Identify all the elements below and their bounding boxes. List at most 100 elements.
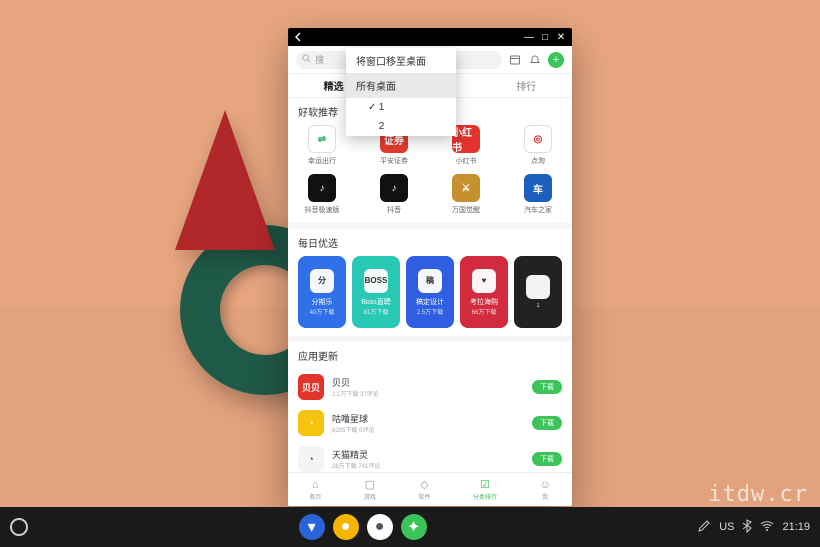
update-name: 贝贝	[332, 376, 524, 389]
clock[interactable]: 21:19	[782, 521, 810, 533]
app-label: 万国觉醒	[452, 205, 480, 215]
update-name: 咕噜星球	[332, 412, 524, 425]
watermark-text: itdw.cr	[708, 482, 808, 507]
nav-icon: ⌂	[312, 479, 319, 491]
nav-icon: ☑	[480, 478, 490, 491]
app-cell[interactable]: ♪ 抖音	[370, 174, 418, 215]
shelf-apps: ▾ ● ● ✦	[299, 514, 427, 540]
app-cell[interactable]: ⇌ 幸运出行	[298, 125, 346, 166]
app-label: 幸运出行	[308, 156, 336, 166]
download-button[interactable]: 下载	[532, 380, 562, 394]
app-grid-row2: ♪ 抖音极速版 ♪ 抖音 ⚔ 万国觉醒 车 汽车之家	[298, 174, 562, 215]
nav-icon: ▢	[365, 478, 375, 491]
section-title: 每日优选	[298, 235, 562, 250]
ctx-desktop-2[interactable]: 2	[346, 117, 456, 136]
featured-card[interactable]: ♥ 考拉海购 66万下载	[460, 256, 508, 328]
ctx-desktop-1[interactable]: ✓ 1	[346, 98, 456, 117]
search-icon	[302, 54, 311, 65]
card-row[interactable]: 分 分期乐 40万下载 BOSS Boss直聘 81万下载 稿 稿定设计 2.5…	[298, 256, 562, 328]
nav-icon: ☺	[539, 479, 550, 491]
nav-label: 分类排行	[473, 492, 497, 501]
tab-featured[interactable]: 精选	[324, 78, 344, 93]
featured-card[interactable]: BOSS Boss直聘 81万下载	[352, 256, 400, 328]
bottom-nav: ⌂ 首页 ▢ 游戏 ◇ 软件 ☑ 分类排行 ☺ 我	[288, 472, 572, 506]
add-button[interactable]: +	[548, 52, 564, 68]
card-icon: BOSS	[364, 269, 388, 293]
ime-indicator[interactable]: US	[719, 521, 734, 533]
app-icon: ⇌	[308, 125, 336, 153]
update-item[interactable]: ◔ 咕噜星球 6285下载 0评论 下载	[298, 405, 562, 441]
maximize-button[interactable]: □	[538, 30, 552, 44]
update-sub: 2.1万下载 37评论	[332, 389, 524, 398]
wifi-icon[interactable]	[760, 520, 774, 535]
app-label: 平安证券	[380, 156, 408, 166]
pen-icon[interactable]	[697, 519, 711, 536]
chromeos-shelf: ▾ ● ● ✦ US 21:19	[0, 507, 820, 547]
minimize-button[interactable]: —	[522, 30, 536, 44]
featured-card[interactable]: 1	[514, 256, 562, 328]
shelf-app[interactable]: ●	[367, 514, 393, 540]
updates-list: 贝贝 贝贝 2.1万下载 37评论 下载 ◔ 咕噜星球 6285下载 0评论 下…	[298, 369, 562, 472]
close-button[interactable]: ✕	[554, 30, 568, 44]
app-cell[interactable]: 车 汽车之家	[514, 174, 562, 215]
nav-label: 我	[542, 492, 548, 501]
app-label: 抖音极速版	[305, 205, 340, 215]
search-placeholder: 搜	[315, 53, 324, 66]
featured-card[interactable]: 分 分期乐 40万下载	[298, 256, 346, 328]
shelf-app[interactable]: ▾	[299, 514, 325, 540]
app-icon: 小红书	[452, 125, 480, 153]
titlebar[interactable]: — □ ✕	[288, 28, 572, 46]
shelf-app[interactable]: ✦	[401, 514, 427, 540]
update-icon: ◔	[298, 446, 324, 472]
bottom-nav-item[interactable]: ▢ 游戏	[364, 478, 376, 501]
nav-label: 游戏	[364, 492, 376, 501]
update-sub: 28万下载 741评论	[332, 461, 524, 470]
back-button[interactable]	[292, 30, 306, 44]
bottom-nav-item[interactable]: ⌂ 首页	[309, 479, 321, 501]
update-item[interactable]: 贝贝 贝贝 2.1万下载 37评论 下载	[298, 369, 562, 405]
card-sub: 66万下载	[472, 307, 497, 316]
update-icon: ◔	[298, 410, 324, 436]
featured-card[interactable]: 稿 稿定设计 2.5万下载	[406, 256, 454, 328]
app-label: 抖音	[387, 205, 401, 215]
app-cell[interactable]: ◎ 点淘	[514, 125, 562, 166]
card-icon	[526, 275, 550, 299]
download-button[interactable]: 下载	[532, 416, 562, 430]
launcher-button[interactable]	[10, 518, 28, 536]
update-icon: 贝贝	[298, 374, 324, 400]
bluetooth-icon[interactable]	[742, 519, 752, 536]
calendar-icon[interactable]	[508, 53, 522, 67]
tab-rankings[interactable]: 排行	[516, 78, 536, 93]
download-button[interactable]: 下载	[532, 452, 562, 466]
app-cell[interactable]: ♪ 抖音极速版	[298, 174, 346, 215]
update-sub: 6285下载 0评论	[332, 425, 524, 434]
app-icon: ♪	[308, 174, 336, 202]
ctx-all-desktops[interactable]: 所有桌面	[346, 73, 456, 98]
card-icon: ♥	[472, 269, 496, 293]
card-sub: 1	[536, 303, 539, 309]
nav-label: 首页	[309, 492, 321, 501]
bell-icon[interactable]	[528, 53, 542, 67]
card-name: 稿定设计	[416, 297, 444, 307]
card-sub: 2.5万下载	[417, 307, 443, 316]
card-sub: 40万下载	[310, 307, 335, 316]
shelf-app[interactable]: ●	[333, 514, 359, 540]
nav-icon: ◇	[420, 478, 428, 491]
nav-label: 软件	[418, 492, 430, 501]
check-icon: ✓	[368, 102, 376, 113]
card-name: Boss直聘	[361, 297, 391, 307]
section-daily: 每日优选 分 分期乐 40万下载 BOSS Boss直聘 81万下载 稿 稿定设…	[288, 229, 572, 336]
update-item[interactable]: ◔ 天猫精灵 28万下载 741评论 下载	[298, 441, 562, 472]
app-icon: ◎	[524, 125, 552, 153]
context-menu[interactable]: 将窗口移至桌面 所有桌面 ✓ 1 2	[346, 48, 456, 136]
bottom-nav-item[interactable]: ☑ 分类排行	[473, 478, 497, 501]
section-updates: 应用更新 贝贝 贝贝 2.1万下载 37评论 下载 ◔ 咕噜星球 6285下载 …	[288, 342, 572, 472]
app-label: 汽车之家	[524, 205, 552, 215]
cone-decor	[175, 110, 275, 250]
card-name: 分期乐	[312, 297, 333, 307]
bottom-nav-item[interactable]: ◇ 软件	[418, 478, 430, 501]
ctx-move-window[interactable]: 将窗口移至桌面	[346, 48, 456, 73]
app-cell[interactable]: ⚔ 万国觉醒	[442, 174, 490, 215]
content-scroll[interactable]: 好软推荐 ⇌ 幸运出行 证券 平安证券 小红书 小红书 ◎ 点淘 ♪ 抖音极速版…	[288, 98, 572, 472]
bottom-nav-item[interactable]: ☺ 我	[539, 479, 550, 501]
